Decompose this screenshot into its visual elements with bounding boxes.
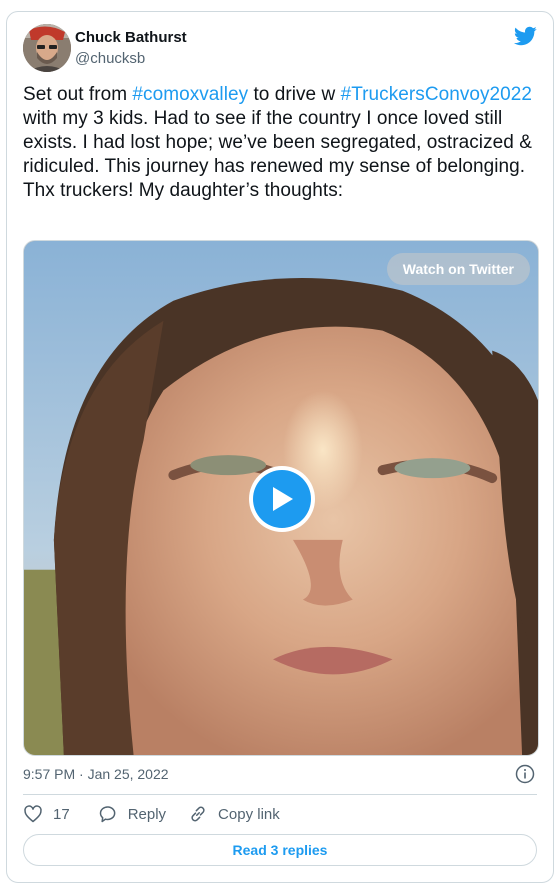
author-display-name[interactable]: Chuck Bathurst xyxy=(75,28,187,48)
divider xyxy=(23,794,537,795)
tweet-timestamp[interactable]: 9:57 PM · Jan 25, 2022 xyxy=(23,764,169,784)
tweet-actions: 17 Reply Copy link xyxy=(23,804,302,824)
author-handle[interactable]: @chucksb xyxy=(75,49,145,69)
tweet-text-part: Set out from xyxy=(23,84,133,105)
video-thumbnail[interactable]: Watch on Twitter xyxy=(23,240,539,756)
reply-button[interactable]: Reply xyxy=(98,804,166,824)
like-button[interactable]: 17 xyxy=(23,804,70,824)
embedded-tweet-card: Chuck Bathurst @chucksb Set out from #co… xyxy=(6,11,554,883)
tweet-text-part: with my 3 kids. Had to see if the countr… xyxy=(23,108,532,201)
play-button[interactable] xyxy=(249,466,315,532)
tweet-text-part: to drive w xyxy=(248,84,341,105)
avatar[interactable] xyxy=(23,24,71,72)
play-icon xyxy=(273,487,293,511)
read-replies-button[interactable]: Read 3 replies xyxy=(23,834,537,866)
twitter-bird-icon[interactable] xyxy=(513,24,537,48)
hashtag-link[interactable]: #comoxvalley xyxy=(132,84,248,105)
hashtag-link[interactable]: #TruckersConvoy2022 xyxy=(341,84,532,105)
link-icon xyxy=(191,806,205,822)
info-icon[interactable] xyxy=(515,764,535,784)
reply-label: Reply xyxy=(127,805,167,823)
copy-link-button[interactable]: Copy link xyxy=(188,804,280,824)
watch-on-twitter-button[interactable]: Watch on Twitter xyxy=(386,253,530,285)
copy-link-label: Copy link xyxy=(218,805,280,823)
speech-bubble-icon xyxy=(99,806,116,823)
like-count: 17 xyxy=(53,805,70,823)
heart-icon xyxy=(24,805,42,823)
tweet-text: Set out from #comoxvalley to drive w #Tr… xyxy=(23,83,541,203)
